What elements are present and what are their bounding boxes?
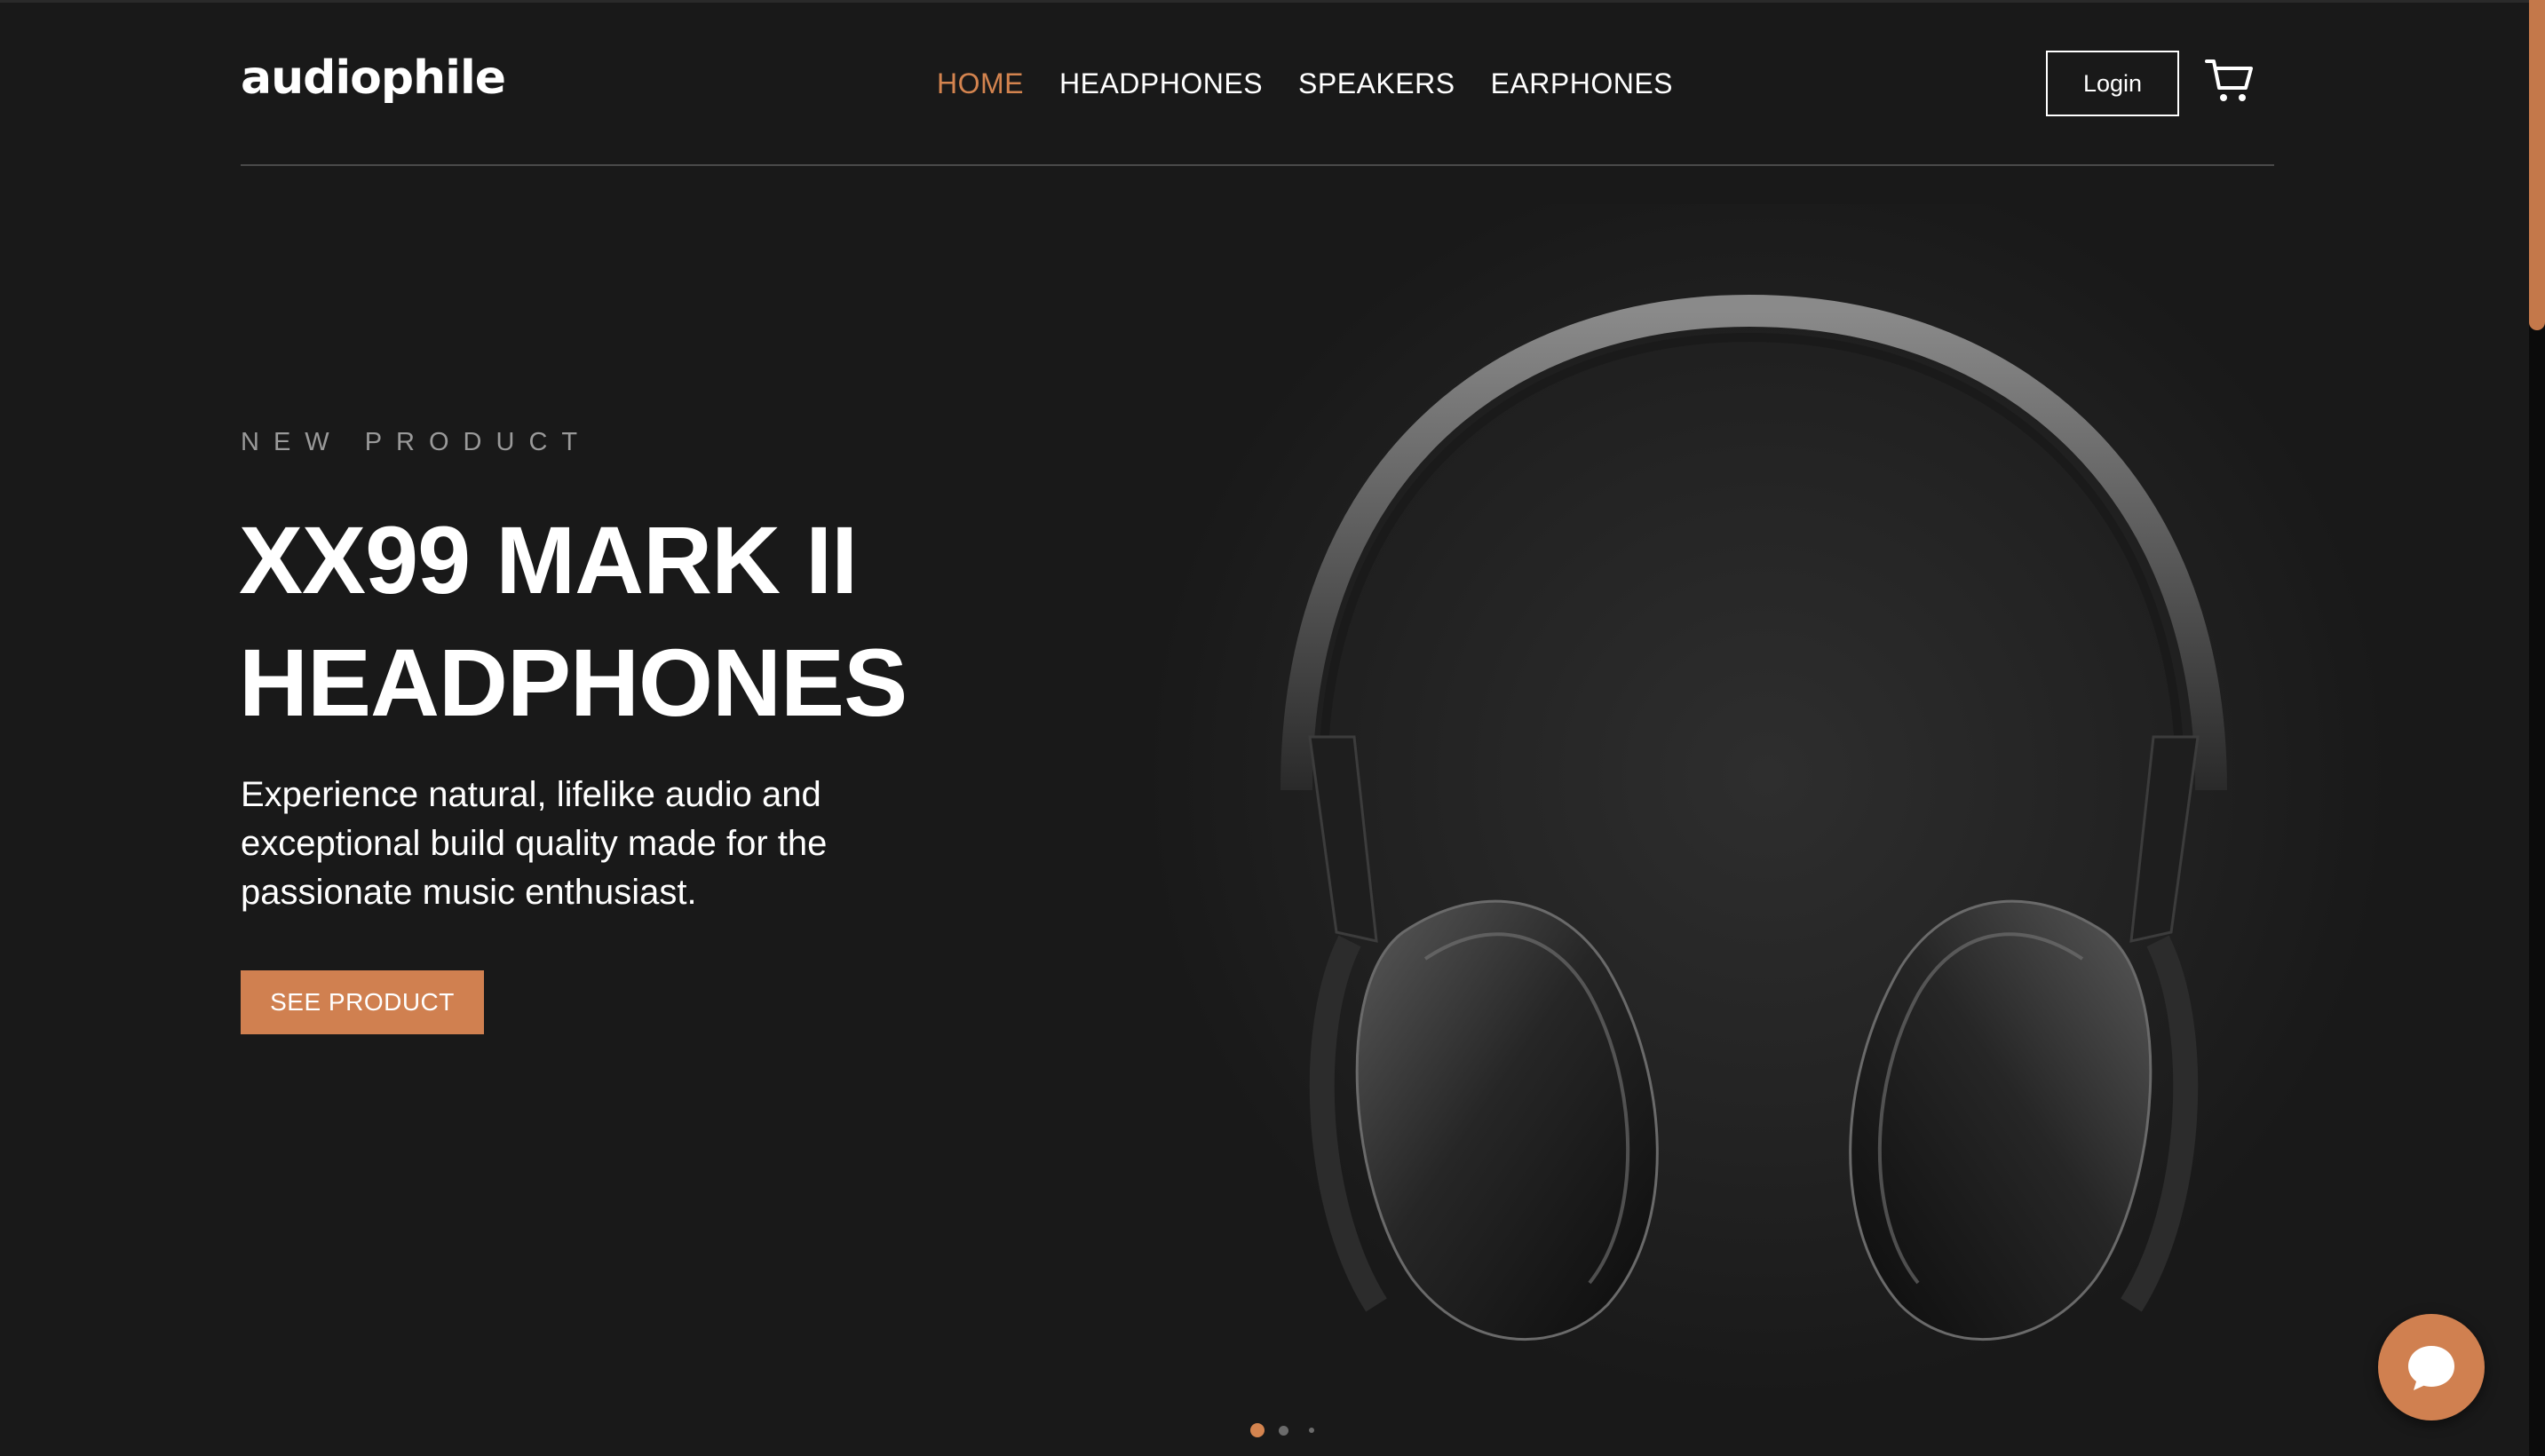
main-nav: HOME HEADPHONES SPEAKERS EARPHONES [937,62,1673,105]
chat-button[interactable] [2378,1314,2485,1420]
nav-item-speakers[interactable]: SPEAKERS [1298,62,1455,105]
nav-item-headphones[interactable]: HEADPHONES [1059,62,1263,105]
hero-eyebrow: NEW PRODUCT [241,428,592,456]
slider-dot-3[interactable] [1309,1428,1314,1433]
nav-item-earphones[interactable]: EARPHONES [1491,62,1673,105]
headphones-image [1146,204,2389,1447]
slider-dot-1[interactable] [1250,1423,1265,1437]
nav-item-home[interactable]: HOME [937,62,1024,105]
hero-title-line1: XX99 MARK II [239,506,858,613]
slider-dot-2[interactable] [1279,1425,1288,1436]
see-product-button[interactable]: SEE PRODUCT [241,970,484,1034]
login-button[interactable]: Login [2046,51,2179,116]
hero-title: XX99 MARK II HEADPHONES [239,499,1038,744]
scrollbar-thumb[interactable] [2529,0,2545,330]
header-divider [241,164,2274,166]
hero-description: Experience natural, lifelike audio and e… [241,775,828,912]
cart-icon[interactable] [2204,55,2256,107]
scrollbar-track[interactable] [2529,0,2545,1456]
logo[interactable]: audiophile [241,46,506,110]
chat-bubble-icon [2408,1346,2454,1390]
window-top-edge [0,0,2529,3]
slider-dots [1250,1423,1314,1437]
hero-title-line2: HEADPHONES [239,629,908,736]
